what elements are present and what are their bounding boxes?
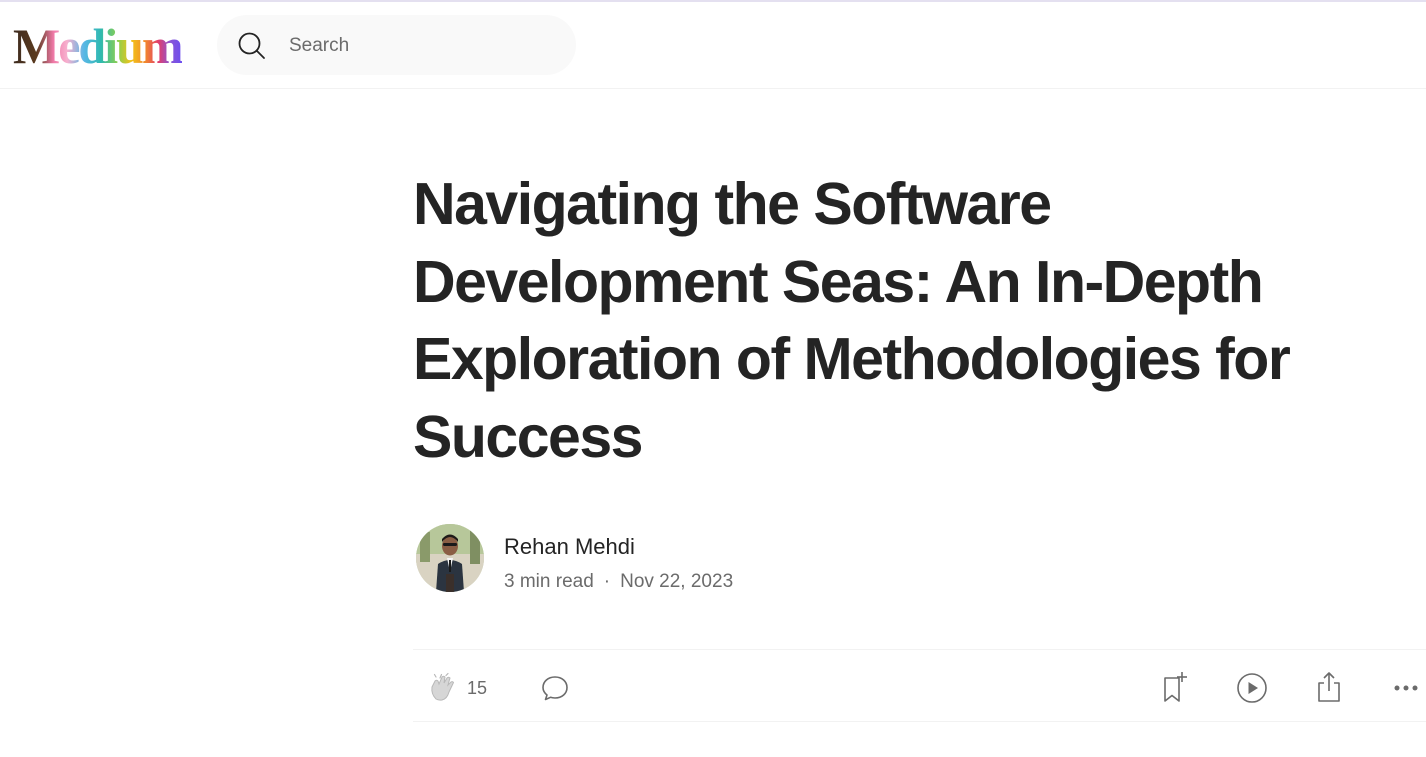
article-title: Navigating the Software Development Seas… (413, 171, 1291, 470)
read-time: 3 min read (504, 571, 594, 592)
clap-count[interactable]: 15 (467, 677, 487, 699)
publish-date: Nov 22, 2023 (620, 571, 734, 592)
search-icon[interactable] (237, 31, 267, 61)
article-meta: 3 min read · Nov 22, 2023 (504, 570, 733, 594)
clap-icon[interactable] (427, 672, 459, 704)
author-name[interactable]: Rehan Mehdi (504, 534, 635, 560)
comment-icon[interactable] (539, 672, 571, 704)
search-box[interactable] (217, 15, 576, 75)
play-icon[interactable] (1235, 671, 1269, 705)
meta-separator: · (603, 571, 611, 592)
more-icon[interactable] (1390, 672, 1422, 704)
author-avatar[interactable] (416, 524, 484, 592)
top-bar: Medium (0, 2, 1426, 89)
article-action-bar: 15 (413, 649, 1426, 722)
share-icon[interactable] (1313, 670, 1345, 704)
medium-logo[interactable]: Medium (13, 18, 184, 74)
author-byline: Rehan Mehdi 3 min read · Nov 22, 2023 (416, 524, 1016, 594)
search-input[interactable] (287, 29, 561, 63)
bookmark-add-icon[interactable] (1159, 670, 1191, 704)
